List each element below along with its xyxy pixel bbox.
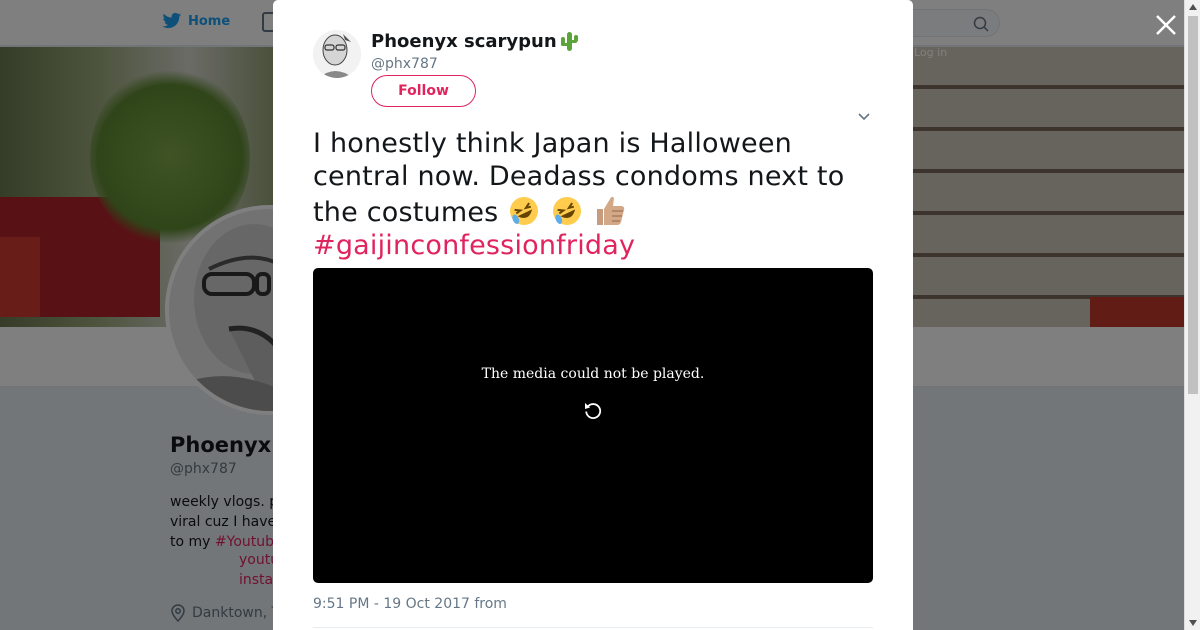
scroll-thumb[interactable] — [1188, 16, 1198, 394]
page-scrollbar[interactable] — [1184, 0, 1200, 630]
tweet-text-line-3-words: the costumes — [313, 197, 499, 228]
scroll-down-arrow-icon[interactable] — [1189, 620, 1197, 626]
tweet-modal: Phoenyx scarypun @phx787 Follow I honest… — [273, 0, 913, 630]
scroll-up-arrow-icon[interactable] — [1189, 4, 1197, 10]
follow-button[interactable]: Follow — [371, 75, 476, 107]
tweet-text: I honestly think Japan is Halloween cent… — [313, 127, 873, 262]
divider — [313, 627, 873, 628]
media-player[interactable]: The media could not be played. — [313, 268, 873, 583]
thumbs-up-emoji — [596, 196, 625, 225]
cactus-emoji — [560, 32, 578, 51]
author-name-text: Phoenyx scarypun — [371, 30, 557, 52]
tweet-text-line-3: the costumes — [313, 193, 873, 229]
tweet-hashtag-link[interactable]: #gaijinconfessionfriday — [313, 229, 873, 262]
author-avatar[interactable] — [313, 30, 361, 78]
retry-icon[interactable] — [583, 400, 603, 420]
author-name[interactable]: Phoenyx scarypun — [371, 30, 579, 52]
rofl-emoji — [553, 197, 581, 225]
author-avatar-sketch — [313, 30, 361, 78]
rofl-emoji — [510, 197, 539, 225]
close-icon[interactable] — [1153, 12, 1179, 38]
tweet-timestamp[interactable]: 9:51 PM - 19 Oct 2017 from — [313, 596, 507, 612]
chevron-down-icon[interactable] — [857, 110, 871, 124]
tweet-text-line-2: central now. Deadass condoms next to — [313, 161, 845, 192]
media-error-message: The media could not be played. — [481, 366, 705, 382]
tweet-text-line-1: I honestly think Japan is Halloween — [313, 128, 792, 159]
author-handle[interactable]: @phx787 — [371, 56, 438, 72]
